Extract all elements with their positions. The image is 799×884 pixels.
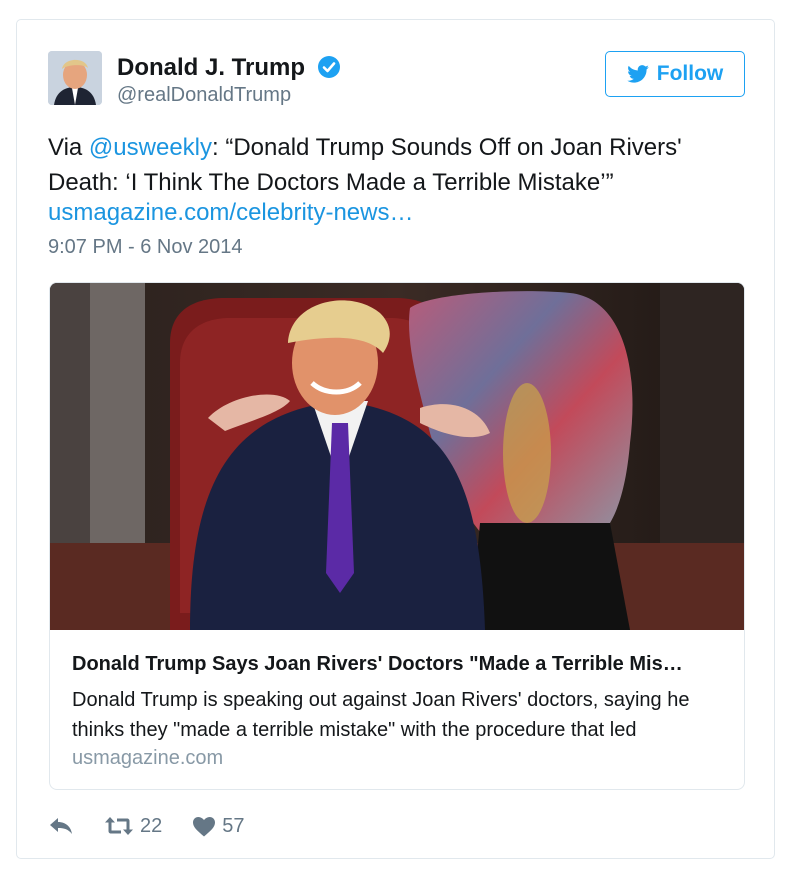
mention-link[interactable]: @usweekly bbox=[89, 134, 212, 161]
twitter-bird-icon bbox=[626, 65, 649, 83]
author-avatar[interactable] bbox=[48, 51, 102, 105]
verified-badge-icon bbox=[318, 56, 340, 78]
like-button[interactable]: 57 bbox=[192, 814, 245, 838]
reply-icon bbox=[50, 818, 72, 834]
like-count: 57 bbox=[222, 814, 245, 837]
tweet-timestamp[interactable]: 9:07 PM - 6 Nov 2014 bbox=[48, 236, 243, 259]
tweet-actions: 22 57 bbox=[48, 812, 275, 840]
retweet-count: 22 bbox=[140, 814, 163, 837]
tweet-text: Via @usweekly: “Donald Trump Sounds Off … bbox=[48, 130, 738, 200]
retweet-button[interactable]: 22 bbox=[104, 815, 162, 838]
author-handle[interactable]: @realDonaldTrump bbox=[117, 84, 291, 107]
author-name[interactable]: Donald J. Trump bbox=[117, 54, 305, 82]
reply-button[interactable] bbox=[48, 816, 74, 836]
follow-button[interactable]: Follow bbox=[605, 51, 745, 97]
tweet-url-link[interactable]: usmagazine.com/celebrity-news… bbox=[48, 199, 413, 227]
link-preview-card[interactable]: Donald Trump Says Joan Rivers' Doctors "… bbox=[49, 282, 745, 790]
tweet-prefix: Via bbox=[48, 134, 89, 161]
article-photo bbox=[50, 283, 744, 630]
avatar-photo-icon bbox=[48, 51, 102, 105]
follow-label: Follow bbox=[656, 62, 724, 85]
tweet-embed: Donald J. Trump @realDonaldTrump Follow … bbox=[16, 19, 775, 859]
retweet-icon bbox=[105, 817, 133, 835]
card-description: Donald Trump is speaking out against Joa… bbox=[72, 689, 690, 741]
card-domain: usmagazine.com bbox=[72, 747, 224, 769]
card-title[interactable]: Donald Trump Says Joan Rivers' Doctors "… bbox=[72, 653, 732, 676]
heart-icon bbox=[193, 816, 216, 836]
